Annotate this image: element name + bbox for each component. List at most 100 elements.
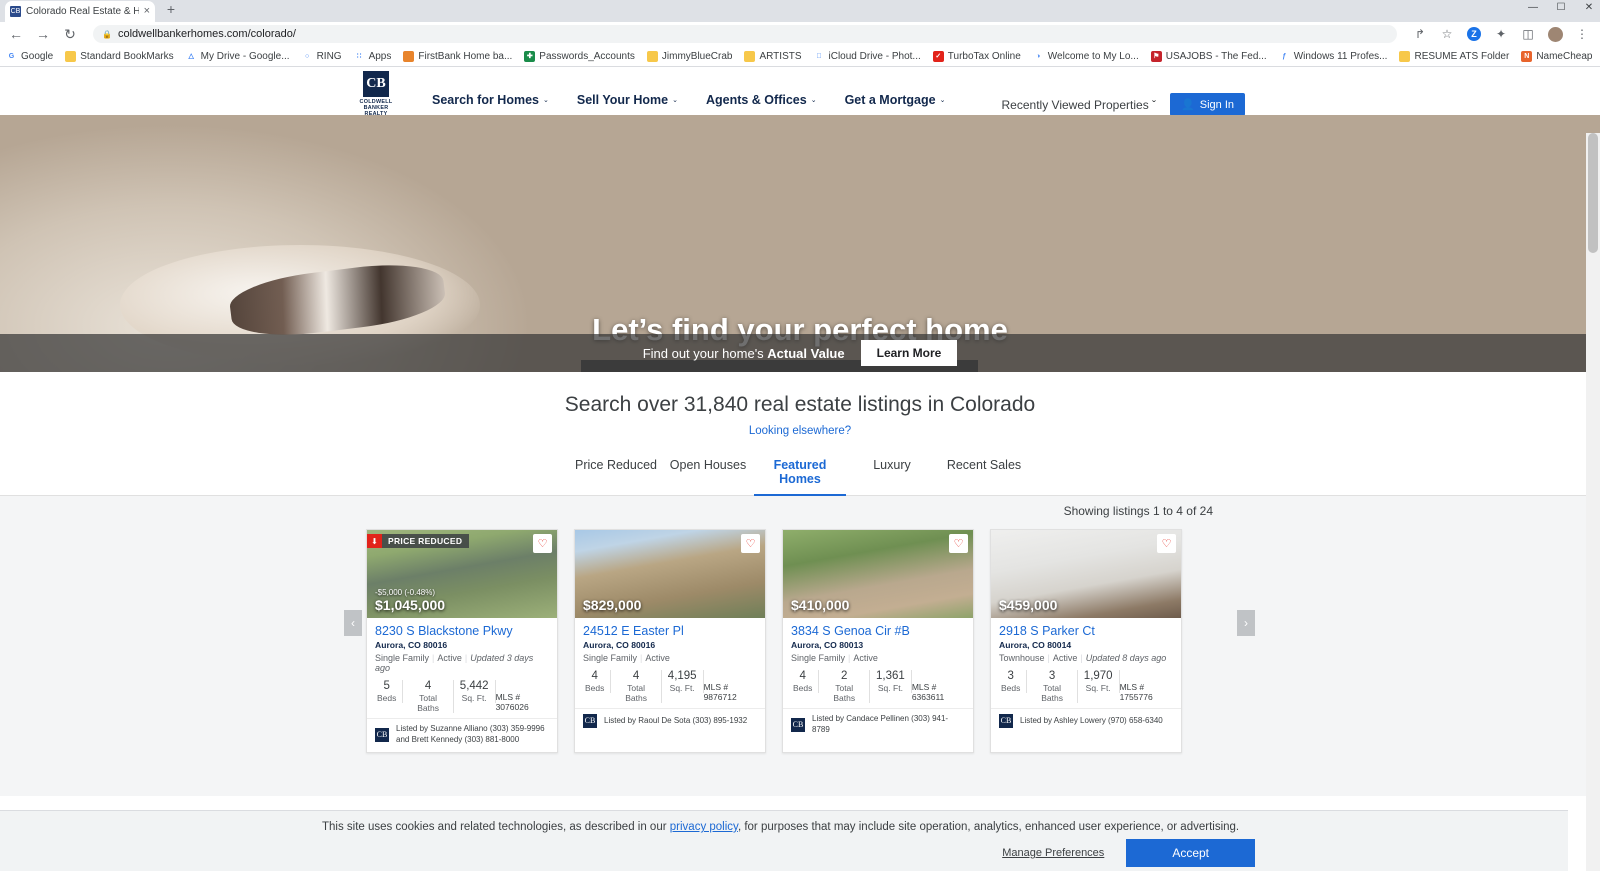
- lock-icon: 🔒: [102, 29, 112, 39]
- listing-stats: 5 Beds 4 Total Baths 5,442 Sq. Ft. MLS # 30760…: [375, 680, 549, 718]
- hero-banner: Let’s find your perfect home Search Sear…: [0, 115, 1600, 372]
- listing-photo[interactable]: ♡ $829,000: [575, 530, 765, 618]
- favorite-heart-icon[interactable]: ♡: [1157, 534, 1176, 553]
- bookmark-item[interactable]: G Google: [6, 51, 53, 62]
- nav-item[interactable]: Search for Homes ⌄: [432, 93, 549, 107]
- listing-card[interactable]: ♡ $829,000 24512 E Easter Pl Aurora, CO 800…: [574, 529, 766, 753]
- bookmark-label: RING: [316, 51, 342, 62]
- bookmark-label: NameCheap: [1536, 51, 1593, 62]
- listing-tab[interactable]: Price Reduced: [570, 452, 662, 495]
- cb-favicon: CB: [10, 6, 21, 17]
- listing-details: 2918 S Parker Ct Aurora, CO 80014 Townhous…: [991, 618, 1181, 708]
- manage-preferences-link[interactable]: Manage Preferences: [1002, 847, 1104, 859]
- bookmark-item[interactable]: ƒ Windows 11 Profes...: [1278, 51, 1388, 62]
- bookmark-item[interactable]: FirstBank Home ba...: [403, 51, 512, 62]
- scrollbar-thumb[interactable]: [1588, 133, 1598, 253]
- bookmark-item[interactable]: △ My Drive - Google...: [185, 51, 290, 62]
- beds-value: 4: [799, 670, 806, 682]
- forward-icon[interactable]: →: [35, 26, 51, 42]
- listing-tab[interactable]: Featured Homes: [754, 452, 846, 496]
- back-icon[interactable]: ←: [8, 26, 24, 42]
- beds-stat: 5 Beds: [375, 680, 404, 703]
- listing-card[interactable]: ♡ $459,000 2918 S Parker Ct Aurora, CO 8001…: [990, 529, 1182, 753]
- favorite-heart-icon[interactable]: ♡: [741, 534, 760, 553]
- property-type: Single Family: [583, 653, 638, 663]
- nav-item-label: Get a Mortgage: [844, 93, 936, 107]
- browser-tab[interactable]: CB Colorado Real Estate & Homes F... ×: [5, 1, 155, 22]
- learn-more-button[interactable]: Learn More: [860, 340, 958, 366]
- privacy-policy-link[interactable]: privacy policy: [670, 821, 738, 833]
- favorite-heart-icon[interactable]: ♡: [533, 534, 552, 553]
- listing-address[interactable]: 2918 S Parker Ct: [999, 624, 1173, 638]
- cookie-actions: Manage Preferences Accept: [1002, 839, 1255, 867]
- chrome-menu-icon[interactable]: ⋮: [1574, 26, 1590, 42]
- folder-icon: [744, 51, 756, 62]
- extensions-puzzle-icon[interactable]: ✦: [1493, 26, 1509, 42]
- bookmark-item[interactable]: iCloud Drive - Phot...: [813, 51, 921, 62]
- listing-photo[interactable]: ♡ $459,000: [991, 530, 1181, 618]
- chevron-down-icon: ⌄: [939, 97, 946, 104]
- listing-tab[interactable]: Luxury: [846, 452, 938, 495]
- sign-in-button[interactable]: 👤 Sign In: [1170, 93, 1245, 116]
- listing-tab[interactable]: Open Houses: [662, 452, 754, 495]
- listing-card[interactable]: ♡ $410,000 3834 S Genoa Cir #B Aurora, CO 8…: [782, 529, 974, 753]
- page-scrollbar[interactable]: [1586, 133, 1600, 871]
- address-bar[interactable]: 🔒 coldwellbankerhomes.com/colorado/: [93, 25, 1397, 43]
- site-header: CB COLDWELL BANKER REALTY Search for Hom…: [0, 67, 1600, 150]
- cb-small-logo-icon: CB: [583, 714, 597, 728]
- bookmark-item[interactable]: ✓ TurboTax Online: [932, 51, 1021, 62]
- new-tab-button[interactable]: +: [162, 1, 180, 19]
- bookmark-item[interactable]: ○ RING: [301, 51, 342, 62]
- listing-results: Showing listings 1 to 4 of 24 ‹ › ⬇ PRICE…: [0, 496, 1600, 796]
- accept-cookies-button[interactable]: Accept: [1126, 839, 1255, 867]
- listing-address[interactable]: 3834 S Genoa Cir #B: [791, 624, 965, 638]
- listing-photo[interactable]: ♡ $410,000: [783, 530, 973, 618]
- listing-tab[interactable]: Recent Sales: [938, 452, 1030, 495]
- close-icon[interactable]: ×: [144, 6, 150, 17]
- listing-card[interactable]: ⬇ PRICE REDUCED ♡ -$5,000 (-0.48%) $1,045,00…: [366, 529, 558, 753]
- beds-label: Beds: [585, 683, 605, 693]
- coldwell-banker-logo[interactable]: CB COLDWELL BANKER REALTY: [352, 71, 400, 117]
- window-close-icon[interactable]: ✕: [1582, 2, 1596, 13]
- baths-stat: 3 Total Baths: [1027, 670, 1078, 703]
- bookmark-item[interactable]: RESUME ATS Folder: [1399, 51, 1509, 62]
- mls-number: MLS # 9876712: [703, 682, 737, 702]
- drive-icon: △: [185, 51, 197, 62]
- listing-meta: Townhouse | Active | Updated 8 days ago: [999, 653, 1167, 663]
- listing-cards: ⬇ PRICE REDUCED ♡ -$5,000 (-0.48%) $1,045,00…: [366, 529, 1182, 753]
- looking-elsewhere-link[interactable]: Looking elsewhere?: [0, 425, 1600, 437]
- favorite-heart-icon[interactable]: ♡: [949, 534, 968, 553]
- nav-item[interactable]: Sell Your Home ⌄: [577, 93, 678, 107]
- bookmark-item[interactable]: ARTISTS: [744, 51, 802, 62]
- reload-icon[interactable]: ↻: [62, 26, 78, 42]
- sqft-value: 1,970: [1083, 670, 1113, 682]
- recently-viewed-properties[interactable]: Recently Viewed Properties ˇ: [1002, 98, 1157, 112]
- maximize-icon[interactable]: ☐: [1554, 2, 1568, 13]
- bookmark-item[interactable]: JimmyBlueCrab: [646, 51, 732, 62]
- bookmark-item[interactable]: Standard BookMarks: [65, 51, 174, 62]
- listing-agent-footer: CB Listed by Candace Pellinen (303) 941-8…: [783, 708, 973, 742]
- bookmark-item[interactable]: N NameCheap: [1521, 51, 1592, 62]
- minimize-icon[interactable]: —: [1526, 2, 1540, 13]
- share-icon[interactable]: ↱: [1412, 26, 1428, 42]
- zotero-extension-icon[interactable]: Z: [1466, 26, 1482, 42]
- listed-by-text: Listed by Candace Pellinen (303) 941-878…: [812, 714, 949, 734]
- bookmark-item[interactable]: ⚑ USAJOBS - The Fed...: [1150, 51, 1267, 62]
- bookmark-item[interactable]: ◑ Welcome to My Lo...: [1032, 51, 1139, 62]
- listing-address[interactable]: 24512 E Easter Pl: [583, 624, 757, 638]
- value-text-bold: Actual Value: [767, 345, 845, 361]
- baths-label: Total Baths: [625, 683, 647, 703]
- bookmark-label: Windows 11 Profes...: [1293, 51, 1388, 62]
- bookmark-item[interactable]: ✚ Passwords_Accounts: [524, 51, 635, 62]
- listing-photo[interactable]: ⬇ PRICE REDUCED ♡ -$5,000 (-0.48%) $1,045,00…: [367, 530, 557, 618]
- carousel-prev-button[interactable]: ‹: [344, 610, 362, 636]
- listing-address[interactable]: 8230 S Blackstone Pkwy: [375, 624, 549, 638]
- avatar[interactable]: [1547, 26, 1563, 42]
- nav-item[interactable]: Agents & Offices ⌄: [706, 93, 817, 107]
- bookmark-star-icon[interactable]: ☆: [1439, 26, 1455, 42]
- listing-tabs: Price Reduced Open Houses Featured Homes Lu…: [0, 452, 1600, 496]
- bookmark-item[interactable]: ∷ Apps: [353, 51, 391, 62]
- carousel-next-button[interactable]: ›: [1237, 610, 1255, 636]
- nav-item[interactable]: Get a Mortgage ⌄: [845, 93, 946, 107]
- side-panel-icon[interactable]: ◫: [1520, 26, 1536, 42]
